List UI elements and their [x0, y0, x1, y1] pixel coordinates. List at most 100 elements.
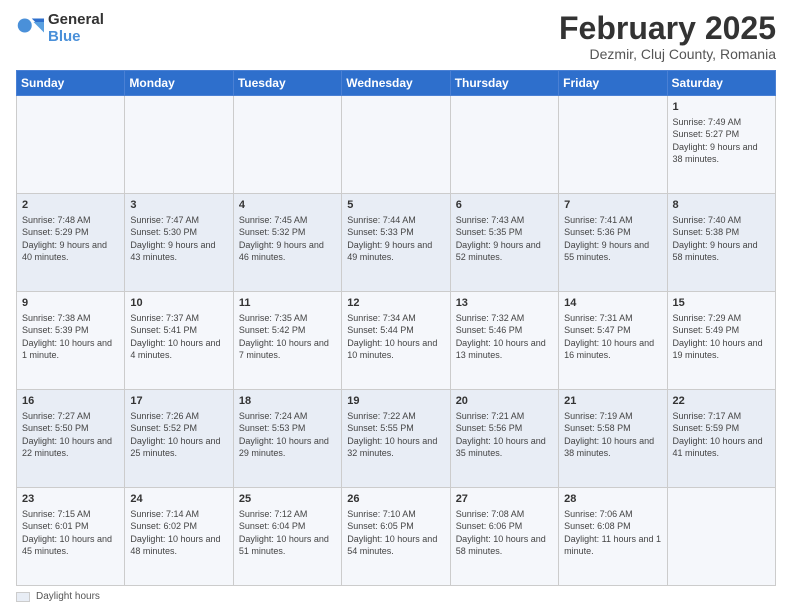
day-number: 18: [239, 394, 336, 408]
day-cell: 7 Sunrise: 7:41 AM Sunset: 5:36 PM Daylig…: [559, 194, 667, 292]
day-number: 19: [347, 394, 444, 408]
day-cell: 26Sunrise: 7:10 AM Sunset: 6:05 PM Dayli…: [342, 488, 450, 586]
day-cell: 19 Sunrise: 7:22 AM Sunset: 5:55 PM Dayli…: [342, 390, 450, 488]
day-cell: 11Sunrise: 7:35 AM Sunset: 5:42 PM Dayli…: [233, 292, 341, 390]
col-header-thursday: Thursday: [450, 71, 558, 96]
day-number: 3: [130, 198, 227, 212]
day-cell: 16 Sunrise: 7:27 AM Sunset: 5:50 PM Dayli…: [17, 390, 125, 488]
day-number: 9: [22, 296, 119, 310]
day-number: 14: [564, 296, 661, 310]
day-number: 26: [347, 492, 444, 506]
logo-icon: [16, 15, 44, 43]
day-cell: [233, 96, 341, 194]
day-cell: [125, 96, 233, 194]
title-section: February 2025 Dezmir, Cluj County, Roman…: [559, 12, 776, 62]
day-info: Sunrise: 7:37 AM Sunset: 5:41 PM Dayligh…: [130, 312, 227, 361]
day-info: Sunrise: 7:48 AM Sunset: 5:29 PM Dayligh…: [22, 214, 119, 263]
day-number: 17: [130, 394, 227, 408]
day-cell: 21 Sunrise: 7:19 AM Sunset: 5:58 PM Dayli…: [559, 390, 667, 488]
day-info: Sunrise: 7:21 AM Sunset: 5:56 PM Dayligh…: [456, 410, 553, 459]
day-cell: [559, 96, 667, 194]
day-info: Sunrise: 7:14 AM Sunset: 6:02 PM Dayligh…: [130, 508, 227, 557]
day-cell: [17, 96, 125, 194]
day-number: 7: [564, 198, 661, 212]
day-info: Sunrise: 7:29 AM Sunset: 5:49 PM Dayligh…: [673, 312, 770, 361]
month-title: February 2025: [559, 12, 776, 44]
day-cell: 17 Sunrise: 7:26 AM Sunset: 5:52 PM Dayli…: [125, 390, 233, 488]
week-row-3: 16 Sunrise: 7:27 AM Sunset: 5:50 PM Dayli…: [17, 390, 776, 488]
day-info: Sunrise: 7:45 AM Sunset: 5:32 PM Dayligh…: [239, 214, 336, 263]
day-cell: 9 Sunrise: 7:38 AM Sunset: 5:39 PM Daylig…: [17, 292, 125, 390]
calendar-header-row: SundayMondayTuesdayWednesdayThursdayFrid…: [17, 71, 776, 96]
logo-general: General: [48, 12, 104, 29]
day-info: Sunrise: 7:38 AM Sunset: 5:39 PM Dayligh…: [22, 312, 119, 361]
col-header-tuesday: Tuesday: [233, 71, 341, 96]
day-number: 8: [673, 198, 770, 212]
header: General Blue February 2025 Dezmir, Cluj …: [16, 12, 776, 62]
day-info: Sunrise: 7:15 AM Sunset: 6:01 PM Dayligh…: [22, 508, 119, 557]
day-cell: 6 Sunrise: 7:43 AM Sunset: 5:35 PM Daylig…: [450, 194, 558, 292]
day-info: Sunrise: 7:12 AM Sunset: 6:04 PM Dayligh…: [239, 508, 336, 557]
day-cell: 8 Sunrise: 7:40 AM Sunset: 5:38 PM Daylig…: [667, 194, 775, 292]
day-cell: [667, 488, 775, 586]
day-info: Sunrise: 7:26 AM Sunset: 5:52 PM Dayligh…: [130, 410, 227, 459]
day-info: Sunrise: 7:34 AM Sunset: 5:44 PM Dayligh…: [347, 312, 444, 361]
day-info: Sunrise: 7:35 AM Sunset: 5:42 PM Dayligh…: [239, 312, 336, 361]
day-info: Sunrise: 7:19 AM Sunset: 5:58 PM Dayligh…: [564, 410, 661, 459]
day-number: 15: [673, 296, 770, 310]
day-cell: 24Sunrise: 7:14 AM Sunset: 6:02 PM Dayli…: [125, 488, 233, 586]
day-number: 28: [564, 492, 661, 506]
day-info: Sunrise: 7:24 AM Sunset: 5:53 PM Dayligh…: [239, 410, 336, 459]
footer-label: Daylight hours: [36, 591, 100, 602]
calendar: SundayMondayTuesdayWednesdayThursdayFrid…: [16, 70, 776, 586]
day-info: Sunrise: 7:31 AM Sunset: 5:47 PM Dayligh…: [564, 312, 661, 361]
day-cell: 23 Sunrise: 7:15 AM Sunset: 6:01 PM Dayli…: [17, 488, 125, 586]
col-header-friday: Friday: [559, 71, 667, 96]
day-info: Sunrise: 7:49 AM Sunset: 5:27 PM Dayligh…: [673, 116, 770, 165]
day-cell: 3 Sunrise: 7:47 AM Sunset: 5:30 PM Daylig…: [125, 194, 233, 292]
day-info: Sunrise: 7:40 AM Sunset: 5:38 PM Dayligh…: [673, 214, 770, 263]
day-cell: 22 Sunrise: 7:17 AM Sunset: 5:59 PM Dayli…: [667, 390, 775, 488]
day-info: Sunrise: 7:27 AM Sunset: 5:50 PM Dayligh…: [22, 410, 119, 459]
day-info: Sunrise: 7:41 AM Sunset: 5:36 PM Dayligh…: [564, 214, 661, 263]
page: General Blue February 2025 Dezmir, Cluj …: [0, 0, 792, 612]
day-cell: 25Sunrise: 7:12 AM Sunset: 6:04 PM Dayli…: [233, 488, 341, 586]
day-number: 12: [347, 296, 444, 310]
day-info: Sunrise: 7:47 AM Sunset: 5:30 PM Dayligh…: [130, 214, 227, 263]
day-number: 13: [456, 296, 553, 310]
week-row-4: 23 Sunrise: 7:15 AM Sunset: 6:01 PM Dayli…: [17, 488, 776, 586]
day-number: 10: [130, 296, 227, 310]
day-cell: 12 Sunrise: 7:34 AM Sunset: 5:44 PM Dayli…: [342, 292, 450, 390]
day-number: 23: [22, 492, 119, 506]
day-number: 6: [456, 198, 553, 212]
logo-text: General Blue: [48, 12, 104, 45]
day-number: 20: [456, 394, 553, 408]
day-cell: 10 Sunrise: 7:37 AM Sunset: 5:41 PM Dayli…: [125, 292, 233, 390]
daylight-swatch: [16, 592, 30, 602]
week-row-0: 1Sunrise: 7:49 AM Sunset: 5:27 PM Daylig…: [17, 96, 776, 194]
day-number: 27: [456, 492, 553, 506]
day-cell: 2Sunrise: 7:48 AM Sunset: 5:29 PM Daylig…: [17, 194, 125, 292]
col-header-sunday: Sunday: [17, 71, 125, 96]
day-number: 21: [564, 394, 661, 408]
day-info: Sunrise: 7:32 AM Sunset: 5:46 PM Dayligh…: [456, 312, 553, 361]
day-info: Sunrise: 7:22 AM Sunset: 5:55 PM Dayligh…: [347, 410, 444, 459]
day-info: Sunrise: 7:43 AM Sunset: 5:35 PM Dayligh…: [456, 214, 553, 263]
day-number: 5: [347, 198, 444, 212]
day-info: Sunrise: 7:17 AM Sunset: 5:59 PM Dayligh…: [673, 410, 770, 459]
day-number: 16: [22, 394, 119, 408]
col-header-saturday: Saturday: [667, 71, 775, 96]
col-header-wednesday: Wednesday: [342, 71, 450, 96]
week-row-1: 2Sunrise: 7:48 AM Sunset: 5:29 PM Daylig…: [17, 194, 776, 292]
day-cell: 14 Sunrise: 7:31 AM Sunset: 5:47 PM Dayli…: [559, 292, 667, 390]
day-cell: 15 Sunrise: 7:29 AM Sunset: 5:49 PM Dayli…: [667, 292, 775, 390]
week-row-2: 9 Sunrise: 7:38 AM Sunset: 5:39 PM Daylig…: [17, 292, 776, 390]
day-info: Sunrise: 7:06 AM Sunset: 6:08 PM Dayligh…: [564, 508, 661, 557]
logo: General Blue: [16, 12, 104, 45]
day-info: Sunrise: 7:44 AM Sunset: 5:33 PM Dayligh…: [347, 214, 444, 263]
day-cell: [342, 96, 450, 194]
day-info: Sunrise: 7:08 AM Sunset: 6:06 PM Dayligh…: [456, 508, 553, 557]
day-cell: [450, 96, 558, 194]
day-cell: 4Sunrise: 7:45 AM Sunset: 5:32 PM Daylig…: [233, 194, 341, 292]
day-number: 22: [673, 394, 770, 408]
